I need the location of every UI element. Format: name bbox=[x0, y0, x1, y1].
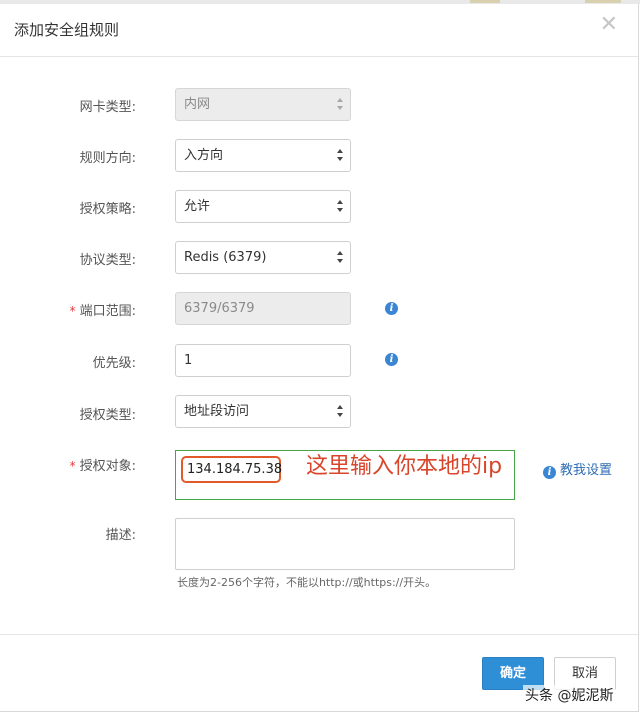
background-mark bbox=[585, 0, 621, 3]
nic-type-select: 内网 bbox=[175, 88, 351, 121]
port-range-input: 6379/6379 bbox=[175, 292, 351, 325]
dialog-title: 添加安全组规则 bbox=[14, 21, 120, 39]
background-mark bbox=[470, 0, 500, 3]
add-security-group-rule-dialog: 添加安全组规则 ✕ 网卡类型: 内网 规则方向: 入方向 授权策略: 允许 协议… bbox=[0, 4, 639, 712]
select-arrows-icon bbox=[337, 200, 343, 214]
dialog-footer: 确定 取消 头条 @妮泥斯 bbox=[0, 634, 638, 712]
required-mark: * bbox=[69, 459, 76, 473]
auth-type-label: 授权类型: bbox=[79, 408, 136, 423]
direction-value: 入方向 bbox=[184, 148, 224, 163]
select-arrows-icon bbox=[337, 98, 343, 112]
close-icon[interactable]: ✕ bbox=[600, 14, 618, 36]
dialog-header: 添加安全组规则 ✕ bbox=[0, 4, 638, 57]
policy-label: 授权策略: bbox=[79, 202, 136, 217]
priority-input[interactable]: 1 bbox=[175, 344, 351, 377]
auth-target-value: 134.184.75.38 bbox=[187, 462, 283, 477]
watermark: 头条 @妮泥斯 bbox=[523, 685, 616, 705]
protocol-label: 协议类型: bbox=[79, 253, 136, 268]
direction-label: 规则方向: bbox=[79, 151, 136, 166]
select-arrows-icon bbox=[337, 405, 343, 419]
select-arrows-icon bbox=[337, 251, 343, 265]
annotation-text: 这里输入你本地的ip bbox=[306, 454, 503, 479]
nic-type-value: 内网 bbox=[184, 97, 211, 112]
auth-type-value: 地址段访问 bbox=[184, 404, 250, 419]
auth-target-input[interactable]: 134.184.75.38 这里输入你本地的ip bbox=[175, 450, 515, 500]
policy-value: 允许 bbox=[184, 199, 211, 214]
nic-type-label: 网卡类型: bbox=[79, 100, 136, 115]
protocol-value: Redis (6379) bbox=[184, 250, 267, 265]
teach-me-setup-label: 教我设置 bbox=[560, 463, 613, 478]
port-range-info-icon[interactable]: i bbox=[385, 302, 398, 315]
priority-info-icon[interactable]: i bbox=[385, 353, 398, 366]
priority-label: 优先级: bbox=[92, 356, 136, 371]
protocol-select[interactable]: Redis (6379) bbox=[175, 241, 351, 274]
auth-target-label: * 授权对象: bbox=[69, 459, 136, 474]
auth-type-select[interactable]: 地址段访问 bbox=[175, 395, 351, 428]
port-range-value: 6379/6379 bbox=[184, 301, 255, 316]
description-label: 描述: bbox=[105, 528, 136, 543]
select-arrows-icon bbox=[337, 149, 343, 163]
direction-select[interactable]: 入方向 bbox=[175, 139, 351, 172]
description-textarea[interactable] bbox=[175, 518, 515, 570]
ip-highlight-box: 134.184.75.38 bbox=[181, 456, 283, 483]
description-hint: 长度为2-256个字符，不能以http://或https://开头。 bbox=[177, 576, 437, 589]
help-info-icon: i bbox=[543, 466, 556, 479]
policy-select[interactable]: 允许 bbox=[175, 190, 351, 223]
teach-me-setup-link[interactable]: i 教我设置 bbox=[543, 459, 612, 479]
priority-value: 1 bbox=[184, 353, 193, 368]
port-range-label: * 端口范围: bbox=[69, 304, 136, 319]
required-mark: * bbox=[69, 304, 76, 318]
